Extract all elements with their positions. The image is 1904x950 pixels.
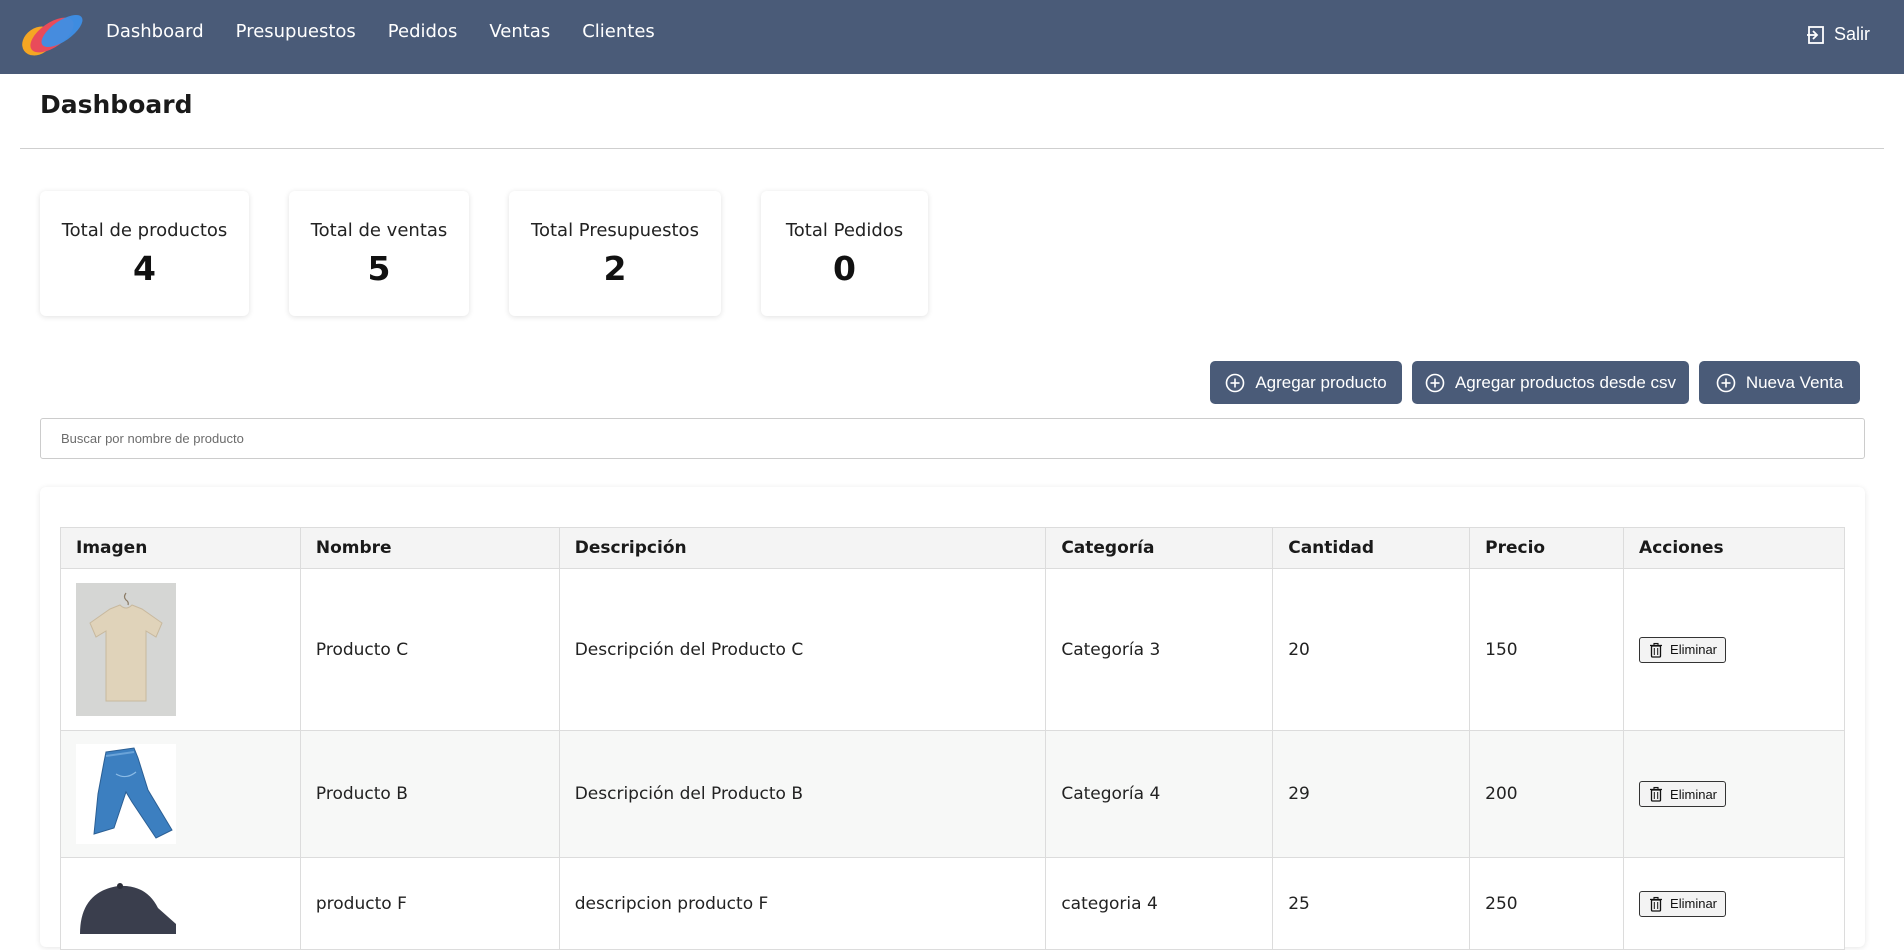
- stat-card-sales: Total de ventas 5: [289, 191, 469, 316]
- product-name: Producto B: [299, 730, 560, 858]
- stat-value: 2: [603, 249, 627, 288]
- column-header-description: Descripción: [558, 527, 1047, 569]
- add-product-label: Agregar producto: [1255, 372, 1387, 392]
- plus-circle-icon: [1425, 373, 1445, 392]
- logout-button[interactable]: Salir: [1806, 24, 1870, 45]
- stat-label: Total de ventas: [310, 220, 448, 241]
- delete-label: Eliminar: [1670, 642, 1718, 657]
- add-csv-button[interactable]: Agregar productos desde csv: [1412, 361, 1689, 404]
- add-csv-label: Agregar productos desde csv: [1454, 372, 1677, 392]
- nav-item-dashboard[interactable]: Dashboard: [106, 21, 204, 42]
- page-title: Dashboard: [40, 90, 193, 119]
- products-table: Imagen Nombre Descripción Categoría Cant…: [60, 527, 1845, 950]
- trash-icon: [1650, 896, 1663, 912]
- nav-item-pedidos[interactable]: Pedidos: [388, 21, 458, 42]
- trash-icon: [1650, 786, 1663, 802]
- product-description: Descripción del Producto B: [558, 730, 1047, 858]
- stat-label: Total Pedidos: [785, 220, 904, 241]
- stat-label: Total de productos: [61, 220, 228, 241]
- image-cell: [60, 857, 301, 950]
- table-row: producto F descripcion producto F catego…: [60, 857, 1845, 950]
- jeans-image: [76, 744, 176, 844]
- product-price: 150: [1469, 568, 1625, 731]
- image-cell: [60, 730, 301, 858]
- logout-label: Salir: [1833, 24, 1870, 44]
- trash-icon: [1650, 642, 1663, 658]
- new-sale-button[interactable]: Nueva Venta: [1699, 361, 1860, 404]
- column-header-actions: Acciones: [1623, 527, 1845, 569]
- product-category: Categoría 4: [1045, 730, 1274, 858]
- products-table-card: Imagen Nombre Descripción Categoría Cant…: [40, 487, 1865, 950]
- product-quantity: 29: [1272, 730, 1471, 858]
- product-category: Categoría 3: [1045, 568, 1274, 731]
- stat-value: 4: [133, 249, 156, 288]
- tshirt-image: [76, 583, 176, 716]
- delete-button[interactable]: Eliminar: [1639, 636, 1727, 663]
- product-category: categoria 4: [1045, 857, 1274, 950]
- product-description: Descripción del Producto C: [558, 568, 1047, 731]
- table-row: Producto C Descripción del Producto C Ca…: [60, 568, 1845, 731]
- table-row: Producto B Descripción del Producto B Ca…: [60, 730, 1845, 858]
- product-quantity: 20: [1272, 568, 1471, 731]
- product-price: 250: [1469, 857, 1625, 950]
- product-quantity: 25: [1272, 857, 1471, 950]
- column-header-quantity: Cantidad: [1272, 527, 1471, 569]
- actions-cell: Eliminar: [1623, 857, 1845, 950]
- delete-label: Eliminar: [1670, 896, 1718, 911]
- nav-item-clientes[interactable]: Clientes: [582, 21, 655, 42]
- stat-card-orders: Total Pedidos 0: [761, 191, 928, 316]
- top-navbar: Dashboard Presupuestos Pedidos Ventas Cl…: [0, 0, 1904, 74]
- column-header-name: Nombre: [299, 527, 560, 569]
- product-name: producto F: [299, 857, 560, 950]
- product-price: 200: [1469, 730, 1625, 858]
- logout-icon: [1806, 25, 1824, 44]
- nav-item-ventas[interactable]: Ventas: [489, 21, 550, 42]
- delete-label: Eliminar: [1670, 786, 1718, 802]
- app-logo[interactable]: [12, 11, 88, 59]
- stat-card-products: Total de productos 4: [40, 191, 249, 316]
- product-name: Producto C: [299, 568, 560, 731]
- delete-button[interactable]: Eliminar: [1639, 781, 1727, 807]
- plus-circle-icon: [1716, 373, 1736, 392]
- stat-label: Total Presupuestos: [531, 220, 699, 241]
- search-input[interactable]: [40, 418, 1865, 459]
- delete-button[interactable]: Eliminar: [1639, 890, 1727, 917]
- nav-item-presupuestos[interactable]: Presupuestos: [236, 21, 356, 42]
- table-header-row: Imagen Nombre Descripción Categoría Cant…: [60, 527, 1845, 569]
- stat-card-budgets: Total Presupuestos 2: [509, 191, 721, 316]
- actions-cell: Eliminar: [1623, 730, 1845, 858]
- stat-value: 5: [367, 249, 391, 288]
- image-cell: [60, 568, 301, 731]
- new-sale-label: Nueva Venta: [1745, 372, 1844, 392]
- nav-links: Dashboard Presupuestos Pedidos Ventas Cl…: [106, 0, 655, 62]
- add-product-button[interactable]: Agregar producto: [1210, 361, 1402, 404]
- column-header-price: Precio: [1469, 527, 1625, 569]
- actions-cell: Eliminar: [1623, 568, 1845, 731]
- column-header-image: Imagen: [60, 527, 301, 569]
- cap-image: [76, 873, 176, 934]
- product-description: descripcion producto F: [558, 857, 1047, 950]
- column-header-category: Categoría: [1045, 527, 1274, 569]
- header-divider: [20, 148, 1884, 149]
- plus-circle-icon: [1226, 373, 1245, 392]
- stat-value: 0: [833, 249, 856, 288]
